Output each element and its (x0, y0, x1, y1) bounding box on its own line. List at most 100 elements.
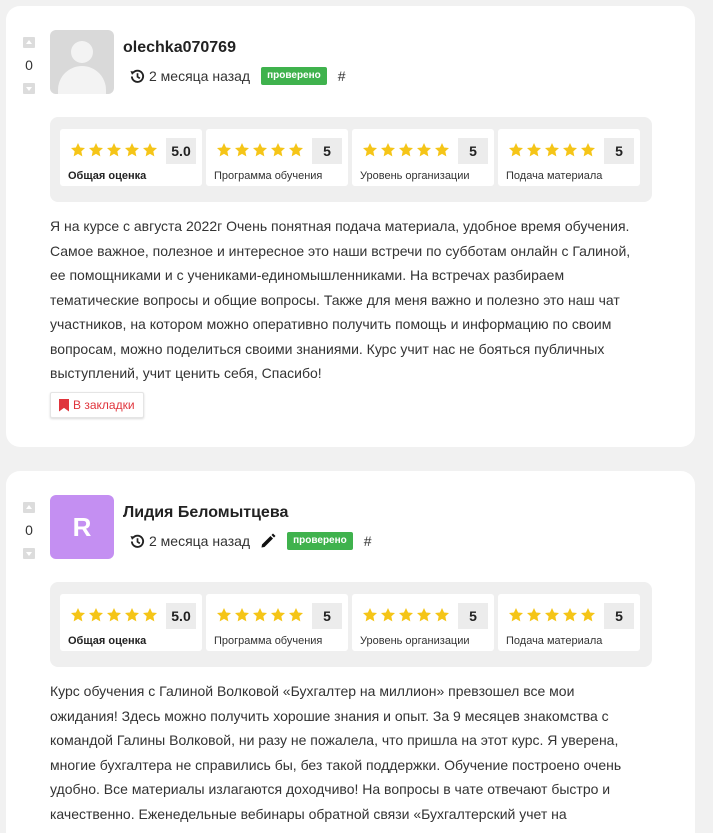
vote-control: 0 (22, 502, 36, 559)
star-icon (143, 143, 157, 157)
review-text: Курс обучения с Галиной Волковой «Бухгал… (50, 683, 622, 822)
rating-label: Подача материала (506, 170, 603, 182)
star-icon (217, 143, 231, 157)
star-icon (107, 143, 121, 157)
rating-organization: 5 Уровень организации (352, 129, 494, 186)
rating-overall: 5.0 Общая оценка (60, 594, 202, 651)
star-icon (581, 143, 595, 157)
rating-score: 5.0 (166, 603, 196, 629)
star-icon (509, 608, 523, 622)
star-icon (253, 143, 267, 157)
review-time: 2 месяца назад (149, 533, 251, 549)
rating-label: Подача материала (506, 635, 603, 647)
bookmark-label: В закладки (73, 398, 135, 412)
rating-program: 5 Программа обучения (206, 594, 348, 651)
upvote-arrow-icon[interactable] (23, 37, 35, 48)
star-rating (216, 142, 304, 158)
author-name[interactable]: olechka070769 (123, 39, 236, 57)
star-rating (70, 607, 158, 623)
star-icon (125, 143, 139, 157)
star-icon (563, 143, 577, 157)
star-icon (289, 608, 303, 622)
review-time: 2 месяца назад (149, 68, 251, 84)
star-icon (545, 608, 559, 622)
rating-score: 5 (458, 138, 488, 164)
permalink-hash[interactable]: # (364, 533, 372, 549)
star-icon (235, 608, 249, 622)
star-icon (581, 608, 595, 622)
star-icon (399, 143, 413, 157)
star-icon (217, 608, 231, 622)
ratings-panel: 5.0 Общая оценка 5 Программа обучения 5 … (50, 582, 652, 667)
avatar[interactable]: R (50, 495, 114, 559)
review-text: Я на курсе с августа 2022г Очень понятна… (50, 218, 631, 381)
edit-pencil-icon[interactable] (260, 533, 276, 549)
verified-badge: проверено (287, 532, 353, 550)
rating-label: Уровень организации (360, 635, 470, 647)
star-icon (71, 143, 85, 157)
star-icon (363, 143, 377, 157)
rating-score: 5.0 (166, 138, 196, 164)
rating-program: 5 Программа обучения (206, 129, 348, 186)
star-icon (89, 608, 103, 622)
rating-material: 5 Подача материала (498, 594, 640, 651)
downvote-arrow-icon[interactable] (23, 548, 35, 559)
star-icon (107, 608, 121, 622)
permalink-hash[interactable]: # (338, 68, 346, 84)
user-silhouette-icon (71, 41, 93, 63)
star-icon (417, 608, 431, 622)
history-clock-icon (130, 534, 145, 548)
rating-score: 5 (604, 138, 634, 164)
vote-count: 0 (25, 522, 33, 538)
verified-badge: проверено (261, 67, 327, 85)
star-icon (563, 608, 577, 622)
star-icon (435, 608, 449, 622)
review-meta: 2 месяца назад проверено # (130, 531, 372, 551)
upvote-arrow-icon[interactable] (23, 502, 35, 513)
star-icon (271, 608, 285, 622)
star-icon (381, 143, 395, 157)
star-icon (417, 143, 431, 157)
star-icon (253, 608, 267, 622)
rating-score: 5 (604, 603, 634, 629)
downvote-arrow-icon[interactable] (23, 83, 35, 94)
star-icon (289, 143, 303, 157)
rating-overall: 5.0 Общая оценка (60, 129, 202, 186)
star-icon (545, 143, 559, 157)
star-icon (435, 143, 449, 157)
rating-score: 5 (458, 603, 488, 629)
star-icon (235, 143, 249, 157)
review-meta: 2 месяца назад проверено # (130, 66, 346, 86)
rating-organization: 5 Уровень организации (352, 594, 494, 651)
history-clock-icon (130, 69, 145, 83)
star-icon (143, 608, 157, 622)
review-card: 0 R Лидия Беломытцева 2 месяца назад про… (6, 471, 695, 833)
star-rating (508, 607, 596, 623)
author-name[interactable]: Лидия Беломытцева (123, 504, 288, 522)
rating-label: Уровень организации (360, 170, 470, 182)
rating-label: Общая оценка (68, 635, 147, 647)
avatar[interactable] (50, 30, 114, 94)
star-icon (89, 143, 103, 157)
ratings-panel: 5.0 Общая оценка 5 Программа обучения 5 … (50, 117, 652, 202)
bookmark-button[interactable]: В закладки (50, 392, 144, 418)
star-icon (125, 608, 139, 622)
rating-score: 5 (312, 603, 342, 629)
star-rating (508, 142, 596, 158)
bookmark-icon (59, 398, 69, 412)
vote-control: 0 (22, 37, 36, 94)
star-rating (362, 607, 450, 623)
review-card: 0 olechka070769 2 месяца назад проверено… (6, 6, 695, 447)
star-icon (71, 608, 85, 622)
star-icon (509, 143, 523, 157)
rating-label: Программа обучения (214, 170, 323, 182)
rating-label: Программа обучения (214, 635, 323, 647)
vote-count: 0 (25, 57, 33, 73)
star-icon (271, 143, 285, 157)
rating-material: 5 Подача материала (498, 129, 640, 186)
star-icon (527, 608, 541, 622)
star-rating (362, 142, 450, 158)
star-icon (527, 143, 541, 157)
rating-score: 5 (312, 138, 342, 164)
star-rating (70, 142, 158, 158)
